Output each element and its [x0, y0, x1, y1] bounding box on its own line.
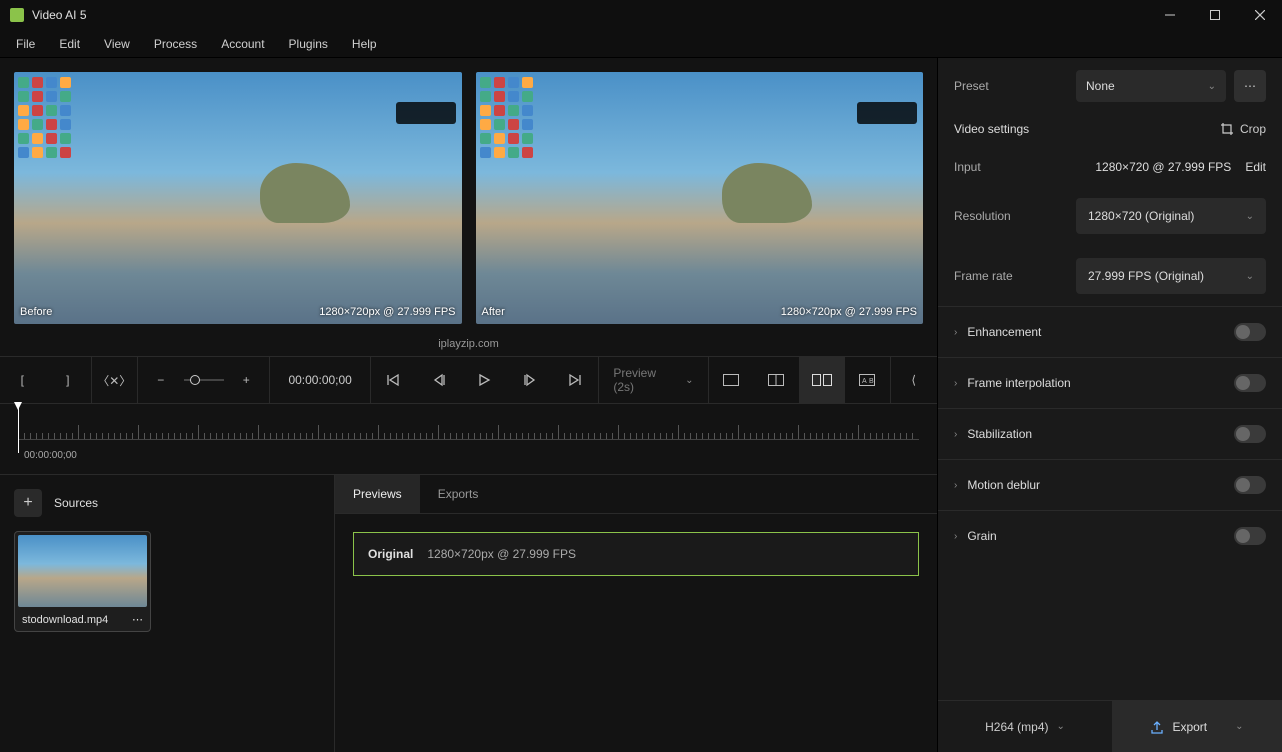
before-meta: 1280×720px @ 27.999 FPS	[319, 306, 455, 318]
preset-label: Preset	[954, 79, 989, 93]
tab-previews[interactable]: Previews	[335, 475, 420, 513]
layout-split-button[interactable]	[754, 356, 800, 404]
add-source-button[interactable]: +	[14, 489, 42, 517]
source-filename: stodownload.mp4	[22, 614, 108, 626]
svg-text:B: B	[869, 378, 874, 385]
layout-more-button[interactable]: ⟨	[891, 356, 937, 404]
chevron-right-icon: ›	[954, 327, 957, 338]
maximize-button[interactable]	[1192, 0, 1237, 30]
crop-icon	[1220, 122, 1234, 136]
stabilization-toggle[interactable]	[1234, 425, 1266, 443]
section-motion-deblur[interactable]: ›Motion deblur	[938, 459, 1282, 510]
playback-toolbar: [ ] 〈✕〉 − + 00:00:00;00 Preview (2s)⌄ AB	[0, 356, 937, 404]
enhancement-toggle[interactable]	[1234, 323, 1266, 341]
input-label: Input	[954, 160, 981, 174]
resolution-dropdown[interactable]: 1280×720 (Original)⌄	[1076, 198, 1266, 234]
framerate-dropdown[interactable]: 27.999 FPS (Original)⌄	[1076, 258, 1266, 294]
chevron-right-icon: ›	[954, 378, 957, 389]
output-format-dropdown[interactable]: H264 (mp4)⌄	[938, 701, 1112, 752]
chevron-right-icon: ›	[954, 480, 957, 491]
layout-ab-button[interactable]: AB	[845, 356, 891, 404]
menu-edit[interactable]: Edit	[47, 33, 92, 55]
skip-start-button[interactable]	[371, 356, 417, 404]
input-value: 1280×720 @ 27.999 FPS	[1095, 160, 1231, 174]
preview-area: Before 1280×720px @ 27.999 FPS After 128…	[0, 58, 937, 338]
menubar: File Edit View Process Account Plugins H…	[0, 30, 1282, 58]
chevron-right-icon: ›	[954, 531, 957, 542]
video-settings-label: Video settings	[954, 122, 1029, 136]
menu-file[interactable]: File	[4, 33, 47, 55]
menu-account[interactable]: Account	[209, 33, 276, 55]
skip-end-button[interactable]	[553, 356, 599, 404]
layout-side-by-side-button[interactable]	[799, 356, 845, 404]
titlebar: Video AI 5	[0, 0, 1282, 30]
source-menu-icon[interactable]: ⋯	[132, 613, 143, 626]
tab-exports[interactable]: Exports	[420, 475, 497, 513]
menu-process[interactable]: Process	[142, 33, 209, 55]
app-title: Video AI 5	[32, 8, 1147, 22]
after-meta: 1280×720px @ 27.999 FPS	[781, 306, 917, 318]
timeline[interactable]: 00:00:00;00	[0, 404, 937, 474]
crop-button[interactable]: Crop	[1220, 122, 1266, 136]
frame-interpolation-toggle[interactable]	[1234, 374, 1266, 392]
preset-dropdown[interactable]: None⌄	[1076, 70, 1226, 102]
input-edit-button[interactable]: Edit	[1245, 160, 1266, 174]
timecode[interactable]: 00:00:00;00	[270, 373, 369, 387]
bracket-out-button[interactable]: ]	[46, 356, 92, 404]
export-icon	[1150, 720, 1164, 734]
menu-help[interactable]: Help	[340, 33, 389, 55]
layout-single-button[interactable]	[708, 356, 754, 404]
playhead[interactable]	[18, 408, 19, 453]
after-label: After	[482, 306, 505, 318]
before-label: Before	[20, 306, 52, 318]
preview-item-meta: 1280×720px @ 27.999 FPS	[427, 547, 576, 561]
chevron-right-icon: ›	[954, 429, 957, 440]
step-forward-button[interactable]	[507, 356, 553, 404]
preview-duration-dropdown[interactable]: Preview (2s)⌄	[599, 366, 707, 394]
play-button[interactable]	[462, 356, 508, 404]
step-back-button[interactable]	[416, 356, 462, 404]
svg-text:A: A	[862, 378, 867, 385]
close-button[interactable]	[1237, 0, 1282, 30]
grain-toggle[interactable]	[1234, 527, 1266, 545]
settings-panel: Preset None⌄ ⋯ Video settings Crop Input…	[937, 58, 1282, 752]
bracket-in-button[interactable]: [	[0, 356, 46, 404]
menu-plugins[interactable]: Plugins	[277, 33, 340, 55]
preview-list-item[interactable]: Original 1280×720px @ 27.999 FPS	[353, 532, 919, 576]
sources-title: Sources	[54, 496, 98, 510]
preview-item-name: Original	[368, 547, 413, 561]
zoom-in-button[interactable]: +	[224, 356, 270, 404]
section-frame-interpolation[interactable]: ›Frame interpolation	[938, 357, 1282, 408]
section-enhancement[interactable]: ›Enhancement	[938, 306, 1282, 357]
sources-panel: + Sources stodownload.mp4 ⋯	[0, 475, 335, 752]
export-button[interactable]: Export ⌄	[1112, 701, 1282, 752]
zoom-out-button[interactable]: −	[138, 356, 184, 404]
after-preview[interactable]: After 1280×720px @ 27.999 FPS	[476, 72, 924, 324]
clear-marks-button[interactable]: 〈✕〉	[92, 356, 138, 404]
section-stabilization[interactable]: ›Stabilization	[938, 408, 1282, 459]
menu-view[interactable]: View	[92, 33, 142, 55]
source-item[interactable]: stodownload.mp4 ⋯	[14, 531, 151, 632]
app-icon	[10, 8, 24, 22]
preset-more-button[interactable]: ⋯	[1234, 70, 1266, 102]
before-preview[interactable]: Before 1280×720px @ 27.999 FPS	[14, 72, 462, 324]
watermark: iplayzip.com	[0, 338, 937, 356]
framerate-label: Frame rate	[954, 269, 1013, 283]
minimize-button[interactable]	[1147, 0, 1192, 30]
section-grain[interactable]: ›Grain	[938, 510, 1282, 561]
resolution-label: Resolution	[954, 209, 1011, 223]
motion-deblur-toggle[interactable]	[1234, 476, 1266, 494]
timeline-time: 00:00:00;00	[24, 450, 77, 461]
